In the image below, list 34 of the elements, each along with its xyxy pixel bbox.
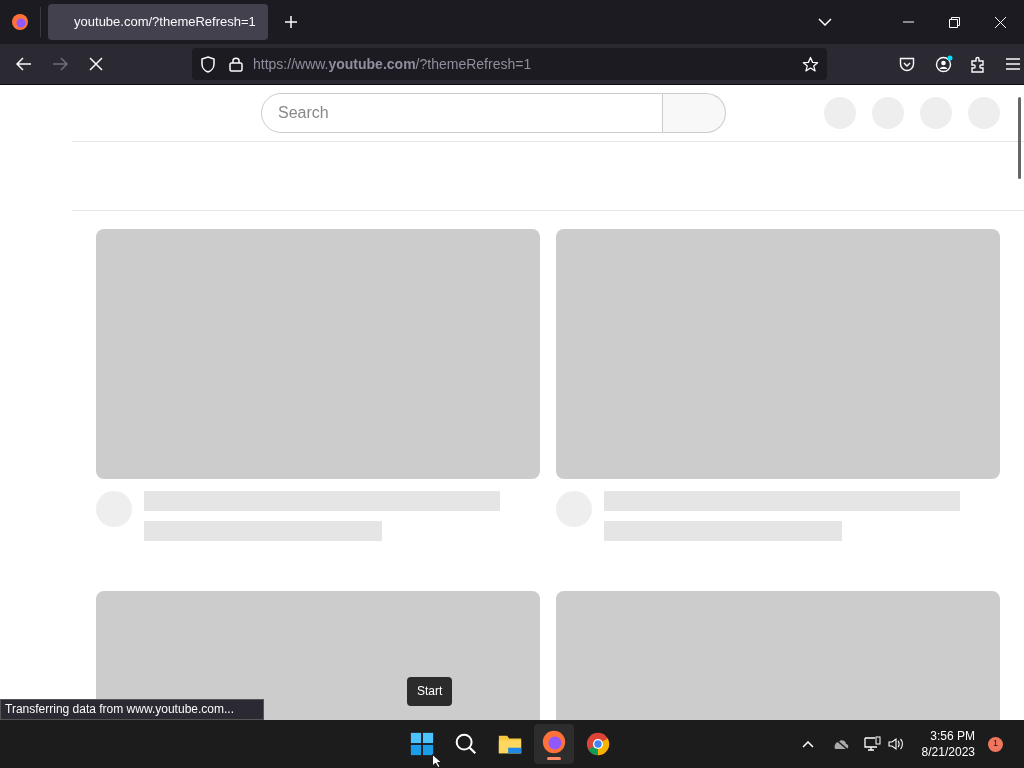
taskbar-button[interactable] [534,724,574,764]
firefox-icon [541,728,567,755]
notification-badge[interactable]: 1 [988,736,1003,752]
search-icon [453,731,479,757]
chevron-down-icon[interactable] [818,18,832,26]
search-field[interactable]: Search [261,93,663,133]
chevron-up-icon[interactable] [801,740,814,748]
plus-icon[interactable] [284,15,298,29]
firefox-icon[interactable] [11,13,29,31]
menu-icon[interactable] [1006,58,1020,70]
star-icon[interactable] [802,55,819,73]
clock-date[interactable]: 8/21/2023 [921,744,975,760]
restore-icon[interactable] [949,16,960,28]
pocket-icon[interactable] [899,56,915,72]
chrome-icon [585,731,611,757]
back-arrow-icon[interactable] [16,56,32,72]
network-icon[interactable] [863,736,882,752]
address-bar[interactable]: https://www.youtube.com/?themeRefresh=1 [192,48,827,80]
cloud-off-icon[interactable] [831,737,850,751]
volume-icon[interactable] [887,737,904,751]
shield-icon [200,55,216,73]
browser-tab[interactable]: youtube.com/?themeRefresh=1 [48,4,268,40]
windows-logo-icon [409,731,435,757]
start-tooltip: Start [407,677,453,706]
account-icon[interactable] [935,55,953,73]
url-text: https://www.youtube.com/?themeRefresh=1 [253,54,532,74]
clock-time[interactable]: 3:56 PM [930,728,975,744]
lock-icon [229,56,243,72]
scrollbar-thumb[interactable] [1018,97,1021,179]
close-icon[interactable] [995,16,1006,28]
mouse-cursor-icon [432,754,442,768]
stop-icon[interactable] [88,56,104,72]
status-text: Transferring data from www.youtube.com... [0,699,264,720]
puzzle-icon[interactable] [970,55,986,73]
